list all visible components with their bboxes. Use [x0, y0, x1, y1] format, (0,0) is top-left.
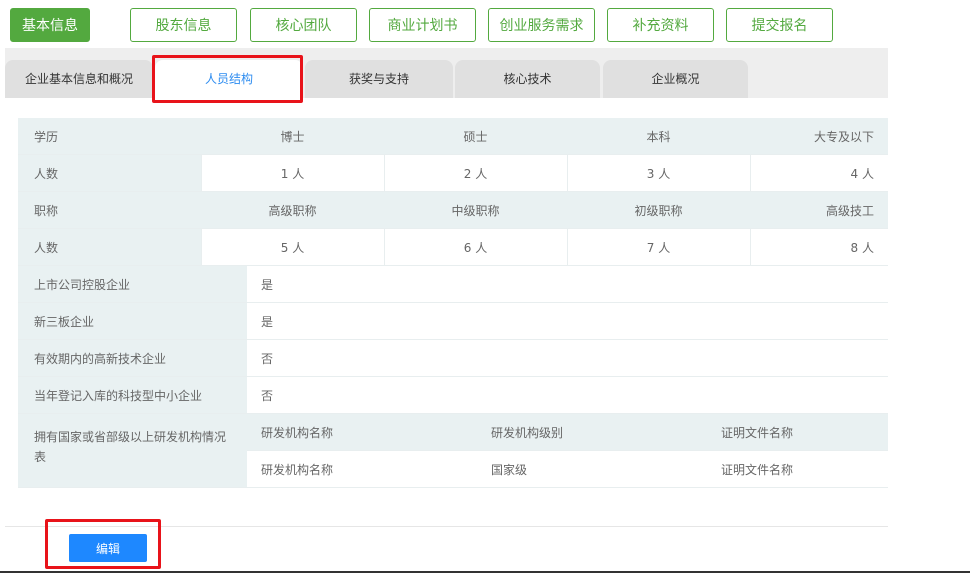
edu-count-label: 人数: [18, 154, 201, 192]
step-shareholder-info[interactable]: 股东信息: [130, 8, 237, 42]
rnd-header-certificate: 证明文件名称: [707, 413, 888, 451]
step-submit[interactable]: 提交报名: [726, 8, 833, 42]
flag-value-neeq: 是: [247, 302, 888, 340]
table-row: 上市公司控股企业 是: [18, 266, 888, 303]
rnd-value-name: 研发机构名称: [247, 450, 477, 488]
title-count-label: 人数: [18, 228, 201, 266]
flag-value-high-tech: 否: [247, 339, 888, 377]
table-row: 学历 博士 硕士 本科 大专及以下: [18, 118, 888, 155]
tab-awards[interactable]: 获奖与支持: [305, 60, 453, 98]
flag-label-high-tech: 有效期内的高新技术企业: [18, 339, 247, 377]
edit-button[interactable]: 编辑: [69, 534, 147, 562]
step-basic-info[interactable]: 基本信息: [10, 8, 90, 42]
title-header-junior: 初级职称: [567, 191, 750, 229]
edu-count-college: 4 人: [749, 154, 888, 192]
title-count-junior: 7 人: [566, 228, 750, 266]
table-row: 有效期内的高新技术企业 否: [18, 339, 888, 377]
rnd-value-level: 国家级: [477, 450, 707, 488]
tab-core-tech[interactable]: 核心技术: [455, 60, 600, 98]
edu-count-bachelor: 3 人: [566, 154, 750, 192]
edu-count-master: 2 人: [383, 154, 567, 192]
step-core-team[interactable]: 核心团队: [250, 8, 357, 42]
edu-count-doctor: 1 人: [200, 154, 384, 192]
table-row: 新三板企业 是: [18, 302, 888, 340]
edu-header-master: 硕士: [384, 118, 567, 155]
step-service-needs[interactable]: 创业服务需求: [488, 8, 595, 42]
edu-header-doctor: 博士: [201, 118, 384, 155]
flag-label-tech-sme: 当年登记入库的科技型中小企业: [18, 376, 247, 414]
table-row: 职称 高级职称 中级职称 初级职称 高级技工: [18, 191, 888, 229]
table-row: 当年登记入库的科技型中小企业 否: [18, 376, 888, 414]
title-header-middle: 中级职称: [384, 191, 567, 229]
qualification-table: 上市公司控股企业 是 新三板企业 是 有效期内的高新技术企业 否 当年登记入库的…: [18, 266, 888, 488]
staff-table: 学历 博士 硕士 本科 大专及以下 人数 1 人 2 人 3 人 4 人 职称 …: [18, 118, 888, 266]
flag-label-listed-holding: 上市公司控股企业: [18, 266, 247, 303]
education-label: 学历: [18, 118, 201, 155]
sub-tab-bar: 企业基本信息和概况 人员结构 获奖与支持 核心技术 企业概况: [5, 48, 888, 98]
tab-company-basic[interactable]: 企业基本信息和概况: [5, 60, 153, 98]
title-header-senior: 高级职称: [201, 191, 384, 229]
step-supplementary[interactable]: 补充资料: [607, 8, 714, 42]
title-count-senior: 5 人: [200, 228, 384, 266]
rnd-label: 拥有国家或省部级以上研发机构情况表: [18, 413, 247, 488]
title-label: 职称: [18, 191, 201, 229]
table-row: 拥有国家或省部级以上研发机构情况表 研发机构名称 研发机构级别 证明文件名称: [18, 413, 888, 488]
title-header-technician: 高级技工: [750, 191, 888, 229]
flag-value-tech-sme: 否: [247, 376, 888, 414]
rnd-header-level: 研发机构级别: [477, 413, 707, 451]
title-count-technician: 8 人: [749, 228, 888, 266]
rnd-value-certificate: 证明文件名称: [707, 450, 888, 488]
rnd-header-name: 研发机构名称: [247, 413, 477, 451]
edu-header-bachelor: 本科: [567, 118, 750, 155]
title-count-middle: 6 人: [383, 228, 567, 266]
tab-company-overview[interactable]: 企业概况: [603, 60, 748, 98]
bottom-divider: [0, 571, 970, 573]
edu-header-college: 大专及以下: [750, 118, 888, 155]
step-business-plan[interactable]: 商业计划书: [369, 8, 476, 42]
tab-staff-structure[interactable]: 人员结构: [155, 60, 303, 98]
flag-label-neeq: 新三板企业: [18, 302, 247, 340]
flag-value-listed-holding: 是: [247, 266, 888, 303]
table-row: 人数 5 人 6 人 7 人 8 人: [18, 228, 888, 266]
table-row: 人数 1 人 2 人 3 人 4 人: [18, 154, 888, 192]
staff-structure-panel: 学历 博士 硕士 本科 大专及以下 人数 1 人 2 人 3 人 4 人 职称 …: [5, 98, 888, 527]
